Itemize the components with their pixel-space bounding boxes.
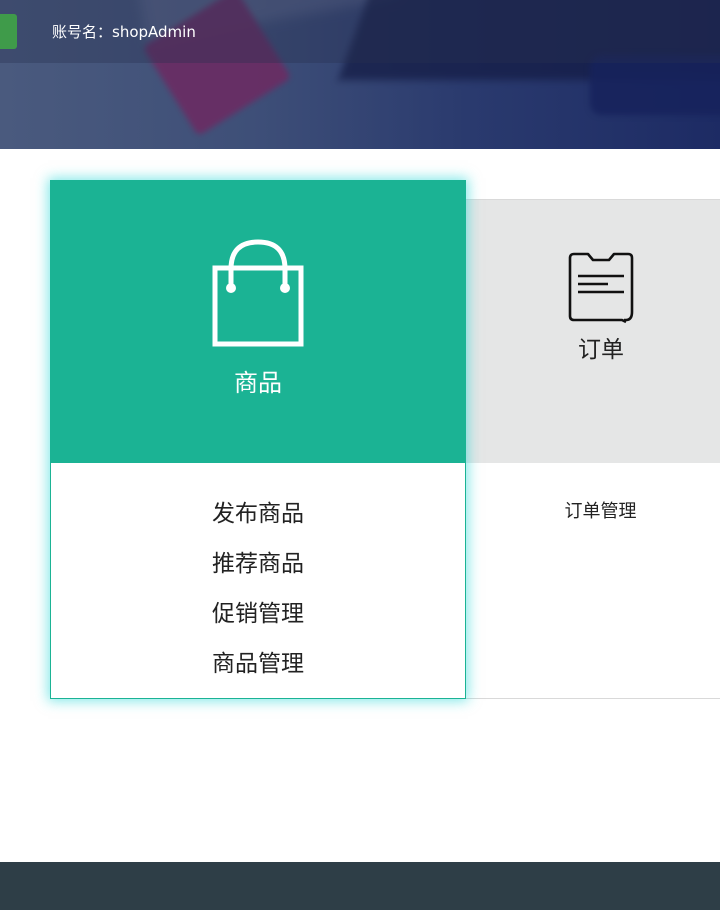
- menu-item-promotion-management[interactable]: 促销管理: [51, 596, 465, 646]
- menu-toggle-button[interactable]: [0, 14, 17, 49]
- account-name: 账号名：shopAdmin: [52, 23, 196, 41]
- footer-bar: [0, 862, 720, 910]
- top-bar: 账号名：shopAdmin: [0, 0, 720, 63]
- products-card-title: 商品: [234, 369, 282, 397]
- shopping-bag-icon: [212, 239, 304, 347]
- menu-item-recommend-product[interactable]: 推荐商品: [51, 546, 465, 596]
- menu-item-order-management[interactable]: 订单管理: [466, 499, 720, 529]
- shop-admin-page: 账号名：shopAdmin 订单 订单管理 商品 发布商品 推荐商品 促销管理 …: [0, 0, 720, 910]
- order-document-icon: [568, 252, 634, 324]
- products-card-header[interactable]: 商品: [51, 181, 465, 463]
- products-menu: 发布商品 推荐商品 促销管理 商品管理: [51, 496, 465, 696]
- orders-module-card[interactable]: 订单 订单管理: [465, 199, 720, 699]
- products-module-card[interactable]: 商品 发布商品 推荐商品 促销管理 商品管理: [50, 180, 466, 699]
- orders-menu: 订单管理: [466, 499, 720, 529]
- header-banner: 账号名：shopAdmin: [0, 0, 720, 149]
- orders-card-title: 订单: [578, 337, 624, 363]
- menu-item-publish-product[interactable]: 发布商品: [51, 496, 465, 546]
- banner-decoration: [590, 55, 720, 115]
- menu-item-product-management[interactable]: 商品管理: [51, 646, 465, 696]
- orders-card-header[interactable]: 订单: [466, 200, 720, 463]
